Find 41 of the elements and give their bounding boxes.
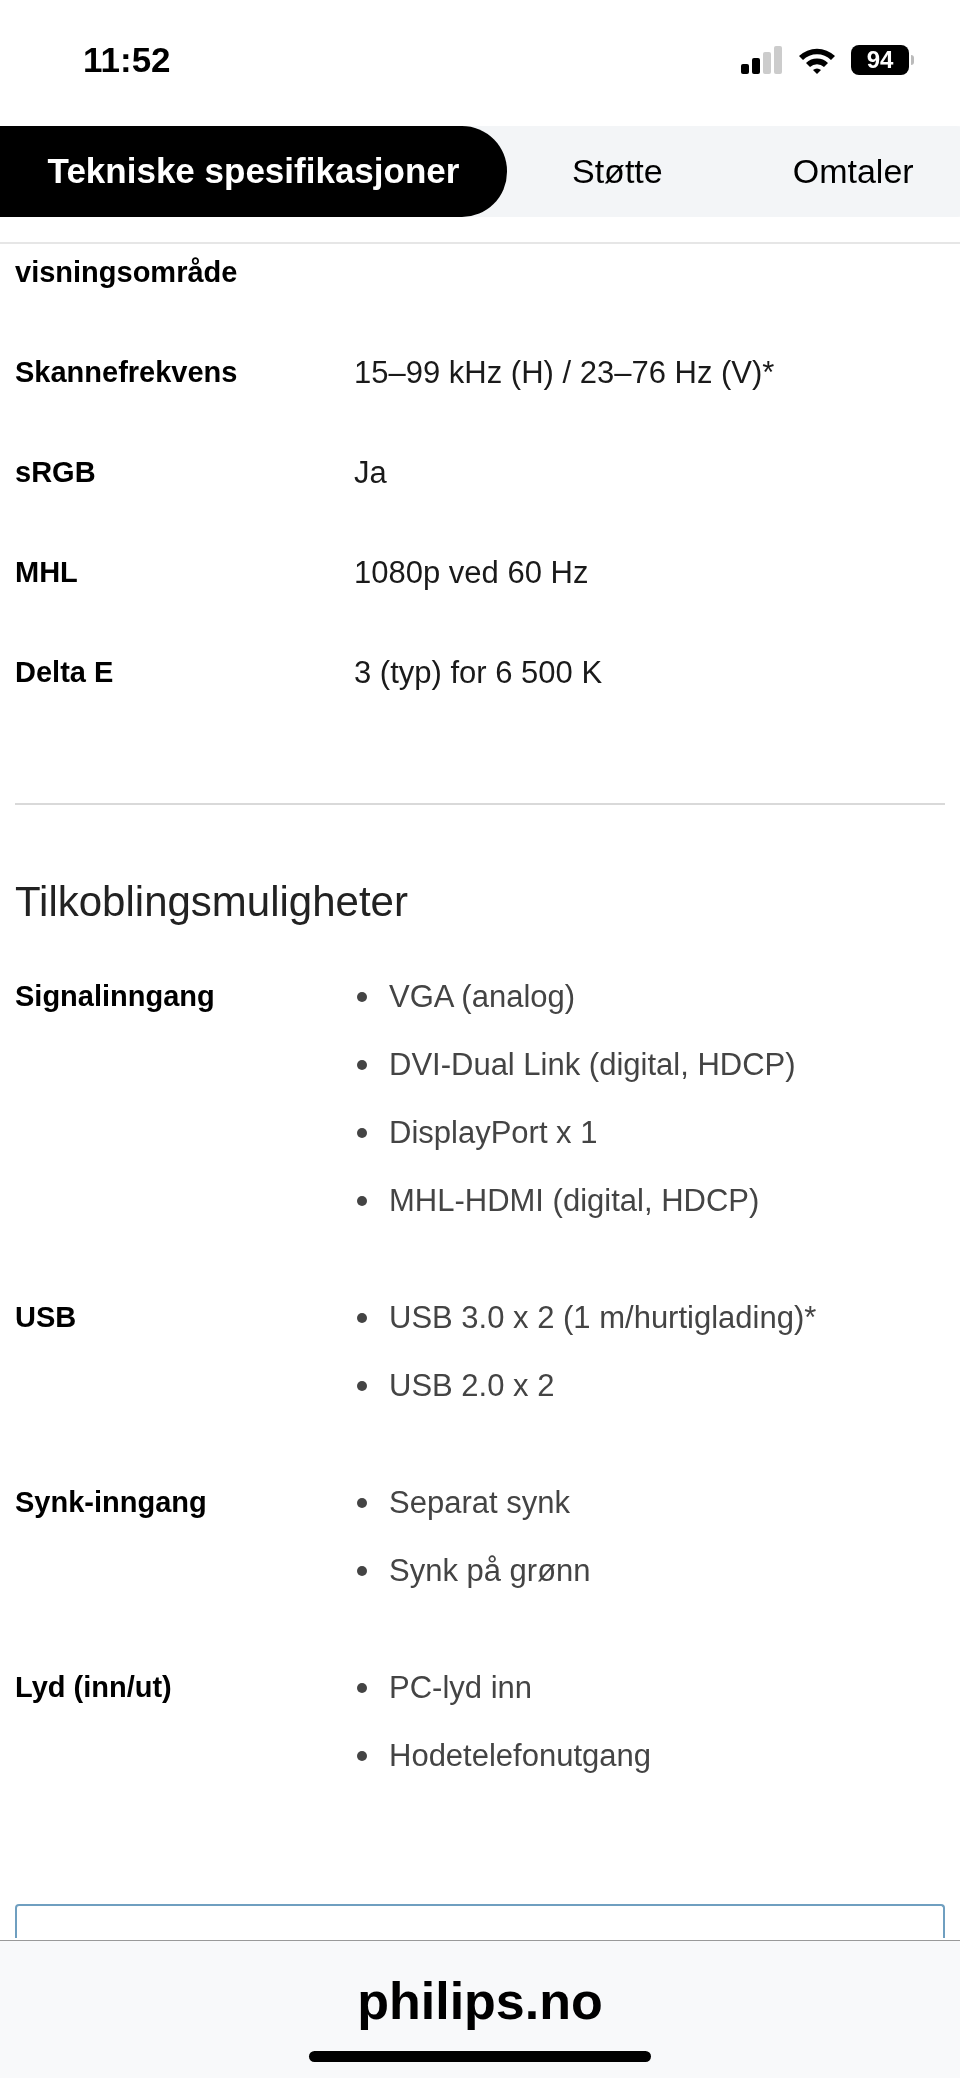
spec-value: USB 2.0 x 2 [389, 1366, 555, 1405]
spec-value: VGA (analog) [389, 977, 576, 1016]
bullet-icon [357, 1751, 367, 1761]
bullet-icon [357, 1381, 367, 1391]
spec-value: 1080p ved 60 Hz [354, 553, 589, 592]
signal-icon [741, 46, 783, 74]
bullet-icon [357, 1128, 367, 1138]
spec-label: Delta E [15, 655, 115, 691]
spec-label: Synk-inngang [15, 1485, 207, 1521]
spec-value: PC-lyd inn [389, 1668, 532, 1707]
spec-label: Signalinngang [15, 979, 215, 1015]
bullet-icon [357, 1313, 367, 1323]
clock-time: 11:52 [83, 38, 171, 81]
spec-value: Separat synk [389, 1483, 570, 1522]
spec-label: Skannefrekvens [15, 355, 239, 391]
show-all-button[interactable] [15, 1904, 945, 1938]
spec-value: Ja [354, 453, 387, 492]
spec-value: MHL-HDMI (digital, HDCP) [389, 1181, 760, 1220]
spec-value: USB 3.0 x 2 (1 m/hurtiglading)* [389, 1298, 817, 1337]
spec-label: USB [15, 1300, 77, 1336]
section-heading: Tilkoblingsmuligheter [14, 877, 409, 927]
spec-label: Lyd (inn/ut) [15, 1670, 172, 1706]
tab[interactable]: Omtaler [727, 126, 960, 217]
spec-label: MHL [15, 555, 79, 591]
spec-value: DVI-Dual Link (digital, HDCP) [389, 1045, 796, 1084]
spec-label: visningsområde [15, 255, 238, 291]
tab[interactable]: Støtte [507, 126, 728, 217]
spec-value: 3 (typ) for 6 500 K [354, 653, 603, 692]
bullet-icon [357, 1683, 367, 1693]
spec-value: DisplayPort x 1 [389, 1113, 598, 1152]
url-text[interactable]: philips.no [357, 1971, 603, 2031]
tab[interactable]: Tekniske spesifikasjoner [0, 126, 507, 217]
bullet-icon [357, 1498, 367, 1508]
bullet-icon [357, 1566, 367, 1576]
spec-value: Synk på grønn [389, 1551, 591, 1590]
bullet-icon [357, 992, 367, 1002]
bullet-icon [357, 1060, 367, 1070]
bullet-icon [357, 1196, 367, 1206]
spec-label: sRGB [15, 455, 97, 491]
spec-value: Hodetelefonutgang [389, 1736, 651, 1775]
spec-value: 15–99 kHz (H) / 23–76 Hz (V)* [354, 353, 775, 392]
